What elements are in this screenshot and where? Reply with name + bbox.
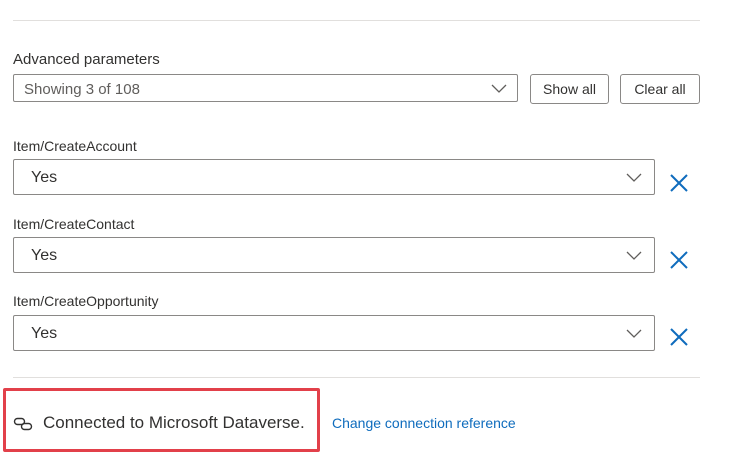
param-label-create-opportunity: Item/CreateOpportunity: [13, 293, 159, 309]
connection-status-text: Connected to Microsoft Dataverse.: [43, 413, 305, 432]
param-value: Yes: [31, 169, 58, 186]
remove-param-create-contact-icon[interactable]: [668, 249, 690, 271]
chevron-down-icon: [626, 173, 642, 182]
change-connection-reference-link[interactable]: Change connection reference: [332, 415, 516, 431]
advanced-parameters-label: Advanced parameters: [13, 51, 160, 68]
param-label-create-contact: Item/CreateContact: [13, 216, 135, 232]
remove-param-create-account-icon[interactable]: [668, 172, 690, 194]
chevron-down-icon: [626, 329, 642, 338]
param-dropdown-create-contact[interactable]: Yes: [13, 237, 655, 273]
chevron-down-icon: [491, 84, 507, 93]
link-icon: [13, 417, 33, 431]
remove-param-create-opportunity-icon[interactable]: [668, 326, 690, 348]
advanced-parameters-value: Showing 3 of 108: [24, 81, 140, 98]
clear-all-button[interactable]: Clear all: [620, 74, 700, 104]
top-divider: [13, 20, 700, 21]
bottom-divider: [13, 377, 700, 378]
param-value: Yes: [31, 325, 58, 342]
param-value: Yes: [31, 247, 58, 264]
advanced-parameters-dropdown[interactable]: Showing 3 of 108: [13, 74, 518, 102]
param-label-create-account: Item/CreateAccount: [13, 138, 137, 154]
chevron-down-icon: [626, 251, 642, 260]
param-dropdown-create-opportunity[interactable]: Yes: [13, 315, 655, 351]
param-dropdown-create-account[interactable]: Yes: [13, 159, 655, 195]
show-all-button[interactable]: Show all: [530, 74, 609, 104]
